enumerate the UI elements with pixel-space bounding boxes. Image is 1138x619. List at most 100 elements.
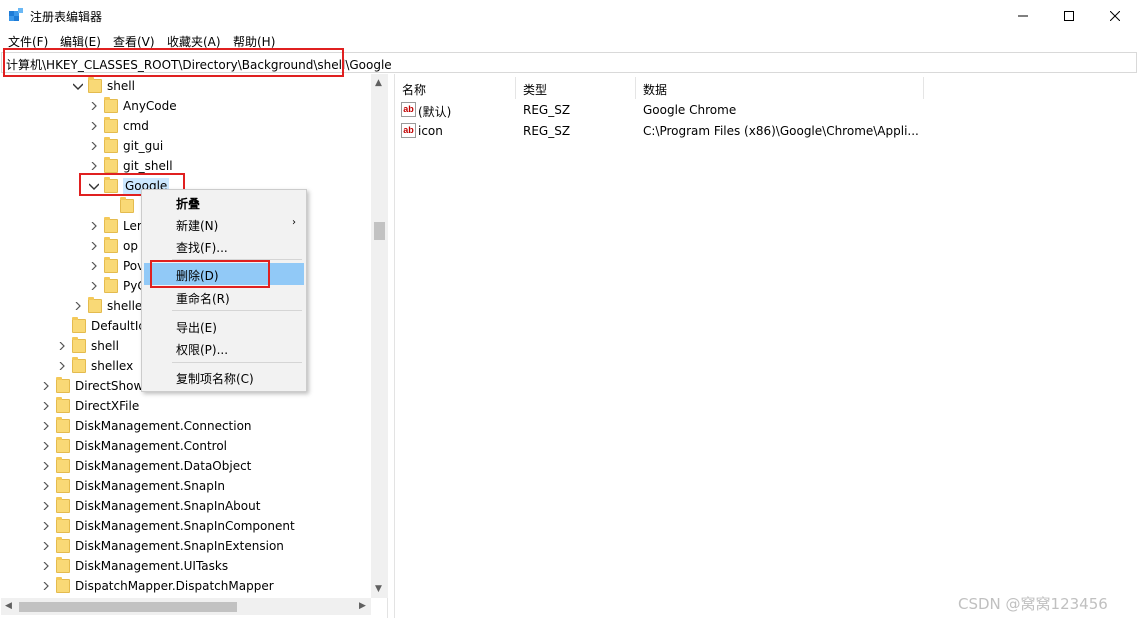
ctx-rename[interactable]: 重命名(R) (144, 286, 304, 308)
column-header-type[interactable]: 类型 (516, 77, 636, 99)
maximize-button[interactable] (1046, 0, 1092, 31)
expand-chevron-icon[interactable] (40, 580, 52, 592)
expand-chevron-icon[interactable] (40, 400, 52, 412)
expand-chevron-icon[interactable] (40, 380, 52, 392)
expand-chevron-icon[interactable] (88, 100, 100, 112)
menu-edit[interactable]: 编辑(E) (60, 33, 101, 50)
collapse-chevron-icon[interactable] (88, 180, 100, 192)
tree-node[interactable]: DiskManagement.Connection (40, 416, 252, 436)
tree-node[interactable]: DiskManagement.SnapInExtension (40, 536, 284, 556)
tree-node[interactable]: DiskManagement.SnapIn (40, 476, 225, 496)
menu-favorites[interactable]: 收藏夹(A) (167, 33, 221, 50)
tree-vertical-scroll-thumb[interactable] (374, 222, 385, 240)
tree-node[interactable]: PyC (88, 276, 146, 296)
expand-chevron-icon[interactable] (88, 280, 100, 292)
ctx-permissions[interactable]: 权限(P)... (144, 337, 304, 359)
minimize-button[interactable] (1000, 0, 1046, 31)
tree-node-label: shell (107, 79, 135, 93)
tree-node-label: DispatchMapper.DispatchMapper (75, 579, 274, 593)
folder-icon (72, 337, 86, 353)
tree-node[interactable]: DiskManagement.Control (40, 436, 227, 456)
ctx-separator (172, 310, 302, 311)
folder-icon (56, 497, 70, 513)
scroll-down-icon[interactable]: ▼ (375, 584, 382, 594)
tree-node[interactable]: DiskManagement.SnapInAbout (40, 496, 260, 516)
expand-chevron-icon[interactable] (40, 440, 52, 452)
expand-chevron-icon[interactable] (40, 460, 52, 472)
address-bar[interactable]: 计算机\HKEY_CLASSES_ROOT\Directory\Backgrou… (1, 52, 1137, 73)
address-path[interactable]: 计算机\HKEY_CLASSES_ROOT\Directory\Backgrou… (6, 56, 392, 73)
tree-node[interactable]: DefaultIc (56, 316, 145, 336)
scroll-up-icon[interactable]: ▲ (375, 78, 382, 88)
value-type: REG_SZ (523, 103, 571, 117)
tree-node[interactable]: git_gui (88, 136, 163, 156)
menu-file[interactable]: 文件(F) (8, 33, 48, 50)
expand-chevron-icon[interactable] (88, 120, 100, 132)
ctx-find[interactable]: 查找(F)... (144, 235, 304, 257)
expand-chevron-icon[interactable] (40, 420, 52, 432)
tree-vertical-scrollbar[interactable]: ▲ ▼ (371, 74, 388, 598)
expand-chevron-icon[interactable] (88, 160, 100, 172)
column-header-data[interactable]: 数据 (636, 77, 924, 99)
ctx-new[interactable]: 新建(N) › (144, 213, 304, 235)
expand-chevron-icon[interactable] (88, 240, 100, 252)
expand-chevron-icon[interactable] (88, 140, 100, 152)
expand-chevron-icon[interactable] (88, 260, 100, 272)
expand-chevron-icon[interactable] (40, 480, 52, 492)
values-list-pane: 名称 类型 数据 ab (默认) REG_SZ Google Chrome ab… (394, 74, 1137, 618)
menu-view[interactable]: 查看(V) (113, 33, 155, 50)
folder-icon (56, 537, 70, 553)
value-name: icon (418, 124, 443, 138)
tree-node[interactable]: git_shell (88, 156, 173, 176)
ctx-collapse[interactable]: 折叠 (144, 191, 304, 213)
close-button[interactable] (1092, 0, 1138, 31)
folder-icon (56, 377, 70, 393)
tree-horizontal-scrollbar[interactable]: ◀ ▶ (1, 598, 371, 615)
tree-node[interactable]: DiskManagement.SnapInComponent (40, 516, 295, 536)
expand-chevron-icon[interactable] (72, 300, 84, 312)
menu-help[interactable]: 帮助(H) (233, 33, 275, 50)
folder-icon (104, 177, 118, 193)
folder-icon (104, 257, 118, 273)
tree-node[interactable]: Pov (88, 256, 144, 276)
folder-icon (104, 117, 118, 133)
tree-node[interactable] (104, 196, 139, 216)
folder-icon (56, 517, 70, 533)
expand-chevron-icon[interactable] (40, 520, 52, 532)
tree-node[interactable]: DispatchMapper.DispatchMapper (40, 576, 274, 596)
tree-node[interactable]: DiskManagement.UITasks (40, 556, 228, 576)
tree-node-label: DiskManagement.UITasks (75, 559, 229, 573)
collapse-chevron-icon[interactable] (72, 80, 84, 92)
ctx-export[interactable]: 导出(E) (144, 315, 304, 337)
folder-icon (56, 477, 70, 493)
tree-node[interactable]: AnyCode (88, 96, 177, 116)
tree-node[interactable]: cmd (88, 116, 149, 136)
tree-node[interactable]: DirectShow (40, 376, 143, 396)
ctx-copy-key-name[interactable]: 复制项名称(C) (144, 366, 304, 388)
expand-chevron-icon[interactable] (88, 220, 100, 232)
expand-chevron-icon[interactable] (40, 500, 52, 512)
expand-chevron-icon[interactable] (56, 360, 68, 372)
tree-node[interactable]: DiskManagement.DataObject (40, 456, 251, 476)
ctx-delete[interactable]: 删除(D) (144, 263, 304, 285)
tree-node[interactable]: DirectXFile (40, 396, 139, 416)
tree-horizontal-scroll-thumb[interactable] (19, 602, 237, 612)
expand-chevron-icon[interactable] (56, 340, 68, 352)
scroll-left-icon[interactable]: ◀ (5, 601, 12, 611)
folder-icon (56, 557, 70, 573)
scroll-right-icon[interactable]: ▶ (359, 601, 366, 611)
expand-chevron-icon[interactable] (40, 560, 52, 572)
value-row-default[interactable]: ab (默认) REG_SZ Google Chrome (395, 100, 1135, 120)
value-type: REG_SZ (523, 124, 571, 138)
tree-node[interactable]: Ler (88, 216, 142, 236)
expand-chevron-icon[interactable] (40, 540, 52, 552)
tree-node[interactable]: shell (72, 76, 135, 96)
tree-node-label: DirectXFile (75, 399, 140, 413)
tree-node[interactable]: op (88, 236, 138, 256)
tree-node[interactable]: shelle (72, 296, 142, 316)
tree-node[interactable]: shellex (56, 356, 133, 376)
value-row-icon[interactable]: ab icon REG_SZ C:\Program Files (x86)\Go… (395, 121, 1135, 141)
column-header-name[interactable]: 名称 (395, 77, 516, 99)
tree-node[interactable]: shell (56, 336, 119, 356)
